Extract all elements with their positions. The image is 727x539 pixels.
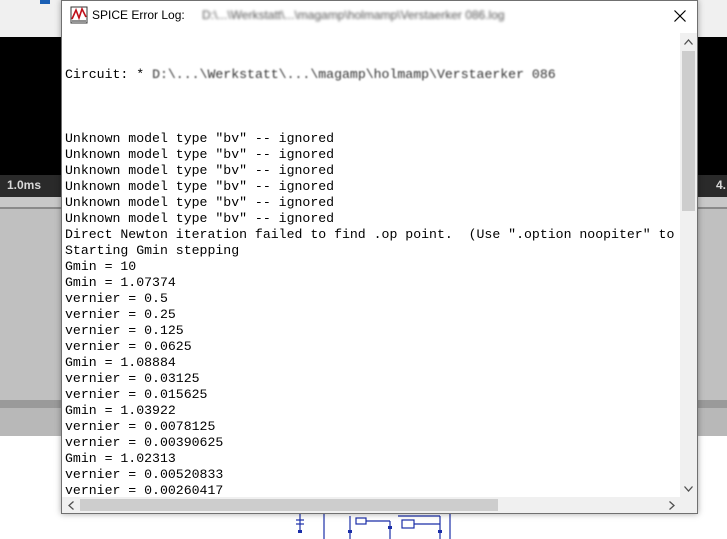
vertical-scrollbar[interactable] — [680, 33, 697, 497]
log-text-area[interactable]: Circuit: * D:\...\Werkstatt\...\magamp\h… — [62, 33, 680, 497]
waveform-plot-right — [698, 37, 727, 175]
log-line: vernier = 0.00390625 — [65, 435, 224, 450]
chevron-up-icon — [684, 38, 693, 45]
chevron-down-icon — [684, 485, 693, 492]
scroll-right-button[interactable] — [663, 497, 680, 513]
ltspice-icon — [70, 6, 88, 24]
log-line: Gmin = 10 — [65, 259, 137, 274]
chevron-right-icon — [668, 500, 675, 510]
background-toolbar-accent — [40, 0, 50, 4]
log-line: Gmin = 1.02313 — [65, 451, 176, 466]
close-icon — [674, 10, 686, 22]
log-line: Gmin = 1.08884 — [65, 355, 176, 370]
circuit-label: Circuit: * — [65, 67, 153, 82]
log-line: Gmin = 1.07374 — [65, 275, 176, 290]
log-line: vernier = 0.125 — [65, 323, 184, 338]
circuit-path: D:\...\Werkstatt\...\magamp\holmamp\Vers… — [152, 67, 556, 82]
log-line: vernier = 0.00260417 — [65, 483, 224, 497]
log-line: Unknown model type "bv" -- ignored — [65, 147, 335, 162]
window-title: SPICE Error Log: — [92, 8, 185, 22]
log-line: Direct Newton iteration failed to find .… — [65, 227, 675, 242]
close-button[interactable] — [664, 2, 696, 30]
log-line: Unknown model type "bv" -- ignored — [65, 163, 335, 178]
horizontal-scroll-thumb[interactable] — [80, 499, 498, 511]
scroll-left-button[interactable] — [62, 497, 79, 513]
horizontal-scrollbar[interactable] — [62, 497, 680, 513]
log-line: vernier = 0.0078125 — [65, 419, 216, 434]
log-line: vernier = 0.015625 — [65, 387, 208, 402]
scroll-up-button[interactable] — [680, 33, 697, 50]
window-titlebar[interactable]: SPICE Error Log: D:\...\Werkstatt\...\ma… — [62, 1, 697, 31]
plot-axis-left: 1.0ms — [0, 175, 62, 197]
spice-error-log-window: SPICE Error Log: D:\...\Werkstatt\...\ma… — [61, 0, 698, 514]
log-line: Unknown model type "bv" -- ignored — [65, 179, 335, 194]
log-line: vernier = 0.0625 — [65, 339, 192, 354]
log-line: Unknown model type "bv" -- ignored — [65, 131, 335, 146]
log-line: vernier = 0.03125 — [65, 371, 200, 386]
vertical-scroll-thumb[interactable] — [682, 51, 695, 211]
log-line: Gmin = 1.03922 — [65, 403, 176, 418]
chevron-left-icon — [67, 500, 74, 510]
scrollbar-corner — [680, 497, 697, 513]
log-line: Starting Gmin stepping — [65, 243, 240, 258]
log-line: vernier = 0.25 — [65, 307, 176, 322]
log-line: Unknown model type "bv" -- ignored — [65, 211, 335, 226]
waveform-plot-left — [0, 37, 62, 175]
plot-axis-right: 4. — [698, 175, 727, 197]
log-line: vernier = 0.5 — [65, 291, 168, 306]
axis-label-right: 4. — [716, 178, 727, 192]
log-line-circuit: Circuit: * D:\...\Werkstatt\...\magamp\h… — [65, 67, 674, 83]
window-title-path: D:\...\Werkstatt\...\magamp\holmamp\Vers… — [202, 8, 505, 22]
axis-label-left: 1.0ms — [7, 178, 42, 192]
scroll-down-button[interactable] — [680, 480, 697, 497]
log-line: vernier = 0.00520833 — [65, 467, 224, 482]
log-text: Circuit: * D:\...\Werkstatt\...\magamp\h… — [65, 35, 674, 497]
schematic-fragment — [296, 512, 451, 539]
log-line: Unknown model type "bv" -- ignored — [65, 195, 335, 210]
